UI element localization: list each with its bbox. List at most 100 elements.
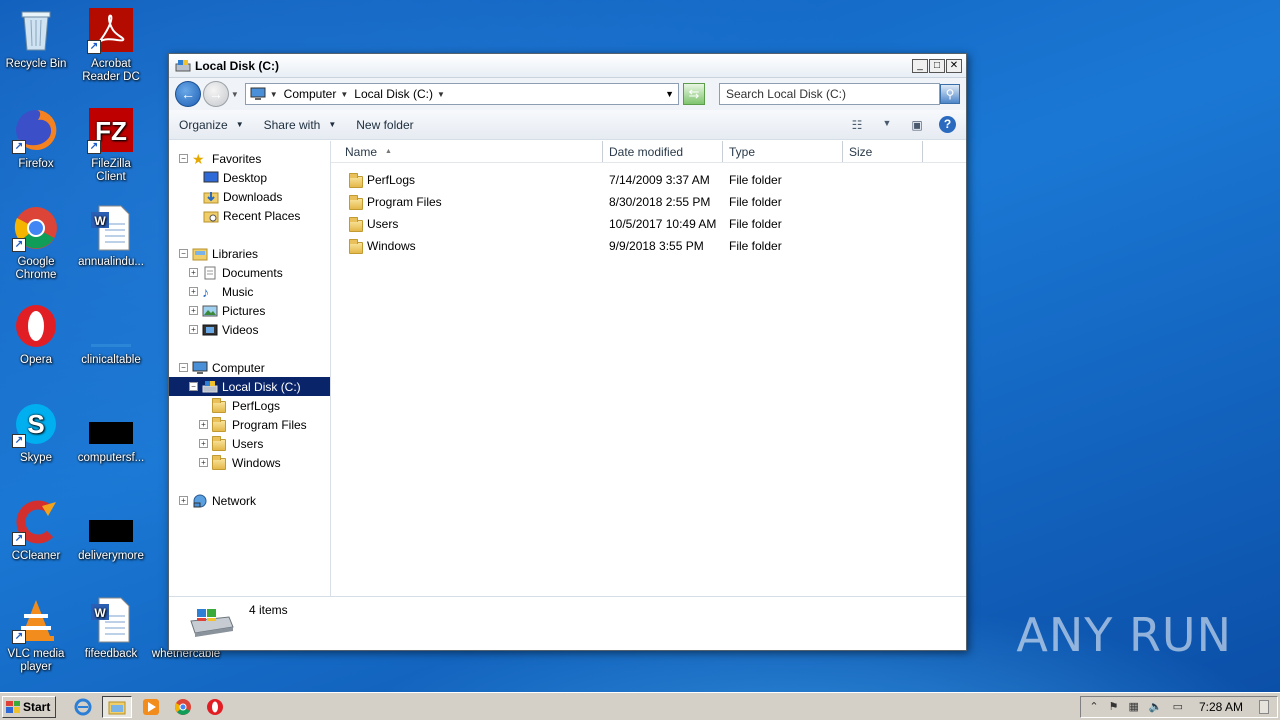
nav-recent-places[interactable]: Recent Places <box>169 206 330 225</box>
expand-icon[interactable]: + <box>189 268 198 277</box>
desktop-icon-ccleaner[interactable]: ↗ CCleaner <box>0 498 72 563</box>
nav-local-disk[interactable]: − Local Disk (C:) <box>169 377 330 396</box>
start-button[interactable]: Start <box>2 695 56 718</box>
forward-button[interactable]: → <box>202 81 229 107</box>
collapse-icon[interactable]: − <box>189 382 198 391</box>
address-bar-row: ← → ▼ ▼ Computer ▼ Local Disk (C:) ▼ ▼ ⇆… <box>169 78 966 110</box>
nav-favorites[interactable]: − ★ Favorites <box>169 149 330 168</box>
back-button[interactable]: ← <box>175 81 201 107</box>
recent-pages-dropdown-icon[interactable]: ▼ <box>231 90 239 99</box>
nav-perflogs[interactable]: PerfLogs <box>169 396 330 415</box>
desktop-icon-label: annualindu... <box>78 256 144 268</box>
breadcrumb-arrow-icon[interactable]: ▼ <box>437 90 445 99</box>
file-row[interactable]: Users 10/5/2017 10:49 AM File folder <box>331 213 966 235</box>
chevron-down-icon: ▼ <box>328 120 337 129</box>
collapse-icon[interactable]: − <box>179 154 188 163</box>
anyrun-watermark: ANY RUN <box>1016 608 1232 662</box>
desktop-icon-deliverymore[interactable]: deliverymore <box>75 498 147 563</box>
expand-icon[interactable]: + <box>189 306 198 315</box>
desktop-icon-annualindu[interactable]: W annualindu... <box>75 204 147 269</box>
minimize-button[interactable]: _ <box>912 58 928 73</box>
desktop-icon-fifeedback[interactable]: W fifeedback <box>75 596 147 661</box>
system-tray: ⌃ ⚑ ▦ 🔈 ▭ 7:28 AM <box>1080 695 1278 718</box>
collapse-icon[interactable]: − <box>179 363 188 372</box>
breadcrumb-arrow-icon[interactable]: ▼ <box>340 90 348 99</box>
file-list-pane[interactable]: Name ▲ Date modified Type Size PerfLogs … <box>331 141 966 597</box>
expand-icon[interactable]: + <box>199 439 208 448</box>
file-row[interactable]: PerfLogs 7/14/2009 3:37 AM File folder <box>331 169 966 191</box>
column-header-size[interactable]: Size <box>843 141 923 162</box>
navigation-pane[interactable]: − ★ Favorites Desktop Downloads Recent P… <box>169 141 331 597</box>
address-dropdown-icon[interactable]: ▼ <box>665 89 674 99</box>
file-row[interactable]: Program Files 8/30/2018 2:55 PM File fol… <box>331 191 966 213</box>
desktop-icon-filezilla[interactable]: FZ ↗ FileZilla Client <box>75 106 147 184</box>
desktop-icon-firefox[interactable]: ↗ Firefox <box>0 106 72 171</box>
title-bar[interactable]: Local Disk (C:) _ □ ✕ <box>169 54 966 78</box>
file-row[interactable]: Windows 9/9/2018 3:55 PM File folder <box>331 235 966 257</box>
ccleaner-icon: ↗ <box>12 498 60 546</box>
documents-icon <box>204 266 216 279</box>
nav-network[interactable]: + Network <box>169 491 330 510</box>
desktop: Recycle Bin ↗ Firefox ↗ Google Chrome Op… <box>0 0 1280 692</box>
view-options-icon[interactable]: ☷ <box>849 118 865 132</box>
preview-pane-icon[interactable]: ▣ <box>909 118 925 132</box>
nav-computer[interactable]: − Computer <box>169 358 330 377</box>
help-icon[interactable]: ? <box>939 116 956 133</box>
taskbar-explorer[interactable] <box>102 695 132 718</box>
maximize-button[interactable]: □ <box>929 58 945 73</box>
desktop-icon-vlc[interactable]: ↗ VLC media player <box>0 596 72 674</box>
desktop-icon-clinicaltable[interactable]: clinicaltable <box>75 302 147 367</box>
refresh-button[interactable]: ⇆ <box>683 83 705 105</box>
close-button[interactable]: ✕ <box>946 58 962 73</box>
organize-button[interactable]: Organize ▼ <box>179 118 244 132</box>
nav-program-files[interactable]: + Program Files <box>169 415 330 434</box>
breadcrumb-local-disk[interactable]: Local Disk (C:) <box>354 87 433 101</box>
nav-downloads[interactable]: Downloads <box>169 187 330 206</box>
collapse-icon[interactable]: − <box>179 249 188 258</box>
expand-icon[interactable]: + <box>179 496 188 505</box>
nav-videos[interactable]: + Videos <box>169 320 330 339</box>
desktop-icon-opera[interactable]: Opera <box>0 302 72 367</box>
column-header-type[interactable]: Type <box>723 141 843 162</box>
desktop-icon-chrome[interactable]: ↗ Google Chrome <box>0 204 72 282</box>
share-with-button[interactable]: Share with ▼ <box>264 118 337 132</box>
taskbar-chrome[interactable] <box>170 696 196 718</box>
breadcrumb-arrow-icon[interactable]: ▼ <box>270 90 278 99</box>
taskbar-internet-explorer[interactable] <box>70 696 96 718</box>
nav-desktop[interactable]: Desktop <box>169 168 330 187</box>
nav-users[interactable]: + Users <box>169 434 330 453</box>
desktop-icon-skype[interactable]: S ↗ Skype <box>0 400 72 465</box>
desktop-icon-computersf[interactable]: computersf... <box>75 400 147 465</box>
search-input[interactable]: Search Local Disk (C:) <box>718 83 941 105</box>
nav-windows[interactable]: + Windows <box>169 453 330 472</box>
nav-pictures[interactable]: + Pictures <box>169 301 330 320</box>
clock[interactable]: 7:28 AM <box>1199 700 1243 714</box>
power-icon[interactable]: ▭ <box>1173 700 1183 713</box>
desktop-icon-acrobat[interactable]: ↗ Acrobat Reader DC <box>75 6 147 84</box>
taskbar-media-player[interactable] <box>138 696 164 718</box>
network-icon[interactable]: ▦ <box>1128 700 1138 713</box>
column-header-date[interactable]: Date modified <box>603 141 723 162</box>
explorer-window[interactable]: Local Disk (C:) _ □ ✕ ← → ▼ ▼ Computer ▼… <box>168 53 967 651</box>
view-dropdown-icon[interactable]: ▼ <box>879 118 895 132</box>
desktop-icon-recycle-bin[interactable]: Recycle Bin <box>0 6 72 71</box>
show-desktop-button[interactable] <box>1259 699 1269 714</box>
nav-documents[interactable]: + Documents <box>169 263 330 282</box>
show-hidden-icons-icon[interactable]: ⌃ <box>1089 700 1098 713</box>
nav-label: Favorites <box>212 151 262 166</box>
column-header-name[interactable]: Name ▲ <box>331 141 603 162</box>
new-folder-button[interactable]: New folder <box>356 118 413 132</box>
taskbar-opera[interactable] <box>202 696 228 718</box>
expand-icon[interactable]: + <box>199 420 208 429</box>
address-field[interactable]: ▼ Computer ▼ Local Disk (C:) ▼ ▼ <box>244 83 680 105</box>
nav-music[interactable]: + ♪ Music <box>169 282 330 301</box>
volume-icon[interactable]: 🔈 <box>1149 700 1163 713</box>
expand-icon[interactable]: + <box>189 287 198 296</box>
nav-libraries[interactable]: − Libraries <box>169 244 330 263</box>
expand-icon[interactable]: + <box>189 325 198 334</box>
expand-icon[interactable]: + <box>199 458 208 467</box>
breadcrumb-computer[interactable]: Computer <box>284 87 337 101</box>
search-button[interactable]: ⚲ <box>940 84 960 104</box>
action-center-flag-icon[interactable]: ⚑ <box>1109 700 1119 713</box>
organize-label: Organize <box>179 117 228 132</box>
